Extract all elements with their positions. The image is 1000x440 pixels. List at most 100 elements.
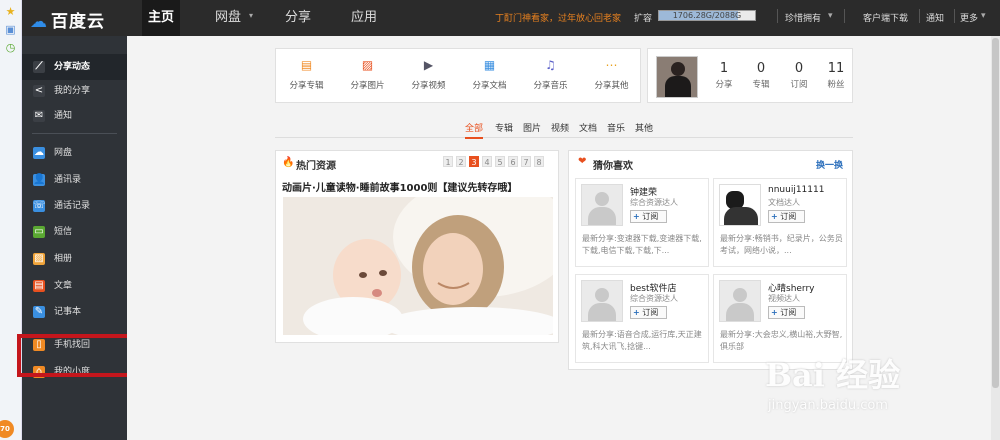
sidebar-item-contacts[interactable]: 👤 通讯录 (22, 167, 127, 193)
sidebar-item-mail[interactable]: ✉ 通知 (22, 103, 127, 129)
tab-home[interactable]: 主页 (142, 0, 181, 36)
username-menu[interactable]: 珍惜拥有 (785, 11, 821, 24)
clock-icon[interactable]: ◷ (5, 42, 17, 54)
sidebar-item-cloud[interactable]: ☁ 网盘 (22, 140, 127, 166)
page-button[interactable]: 8 (534, 156, 544, 167)
chevron-down-icon: ▾ (981, 11, 986, 21)
sidebar-item-label: 通知 (54, 111, 73, 121)
sidebar-item-sms[interactable]: ▭ 短信 (22, 219, 127, 245)
user-role: 文档达人 (768, 198, 800, 207)
avatar[interactable] (719, 184, 761, 226)
sidebar: ⟋ 分享动态 < 我的分享 ✉ 通知 ☁ 网盘 👤 通讯录 ☏ 通话记录 ▭ 短信 ▨ 相册 ▤ 文章 ✎ 记事本 ▯ 手… (22, 36, 127, 440)
profile-panel: 1 分享 0 专辑 0 订阅 11 粉丝 (647, 48, 853, 103)
user-card[interactable]: nnuuij11111 文档达人 + 订阅 最新分享:畅销书，纪录片，公务员考试… (713, 178, 847, 267)
user-name[interactable]: nnuuij11111 (768, 185, 824, 195)
video-icon: ▶ (423, 58, 434, 72)
avatar[interactable] (719, 280, 761, 322)
page-button[interactable]: 6 (508, 156, 518, 167)
filter-tab-video[interactable]: 视频 (551, 121, 569, 134)
stat-subscriptions[interactable]: 0 订阅 (781, 61, 817, 90)
star-icon[interactable]: ★ (5, 6, 17, 18)
logo-text: 百度云 (51, 12, 105, 32)
share-image-button[interactable]: ▨ 分享图片 (337, 49, 398, 104)
sidebar-item-label: 记事本 (54, 307, 82, 317)
divider (777, 9, 778, 23)
page-button[interactable]: 7 (521, 156, 531, 167)
latest-share-text: 最新分享:变速器下载,变速器下载,下载,电信下载,下载,下... (582, 234, 702, 255)
tab-apps[interactable]: 应用 (345, 0, 383, 36)
more-link[interactable]: 更多 (960, 11, 978, 24)
stat-fans[interactable]: 11 粉丝 (818, 61, 854, 90)
more-dots-icon: ⋯ (605, 58, 618, 72)
user-role: 综合资源达人 (630, 198, 678, 207)
latest-share-text: 最新分享:语音合成,运行库,天正建筑,科大讯飞,捻键... (582, 330, 702, 351)
watermark: Bai 经验 jingyan.baidu.com (760, 330, 990, 440)
sidebar-item-notepad[interactable]: ✎ 记事本 (22, 299, 127, 325)
hot-resources-panel: 🔥 热门资源 12345678 动画片·儿童读物·睡前故事1000则【建议先转存… (275, 150, 559, 343)
avatar[interactable] (581, 184, 623, 226)
album-icon: ▤ (300, 58, 313, 72)
heart-icon: ❤ (578, 156, 587, 167)
sidebar-item-activity[interactable]: ⟋ 分享动态 (22, 54, 127, 80)
share-doc-button[interactable]: ▦ 分享文档 (459, 49, 520, 104)
divider (954, 9, 955, 23)
share-video-button[interactable]: ▶ 分享视频 (398, 49, 459, 104)
page-button[interactable]: 2 (456, 156, 466, 167)
logo[interactable]: ☁ 百度云 (30, 7, 105, 32)
announcement-link[interactable]: 丁酊门神看家，过年放心回老家 (495, 11, 621, 24)
scrollbar[interactable] (991, 36, 1000, 440)
user-card[interactable]: 钟建荣 综合资源达人 + 订阅 最新分享:变速器下载,变速器下载,下载,电信下载… (575, 178, 709, 267)
share-other-button[interactable]: ⋯ 分享其他 (581, 49, 642, 104)
expand-quota-link[interactable]: 扩容 (634, 11, 652, 24)
share-icon: < (33, 85, 45, 97)
tab-netdisk[interactable]: 网盘 (209, 0, 247, 36)
share-album-button[interactable]: ▤ 分享专辑 (276, 49, 337, 104)
page-button[interactable]: 4 (482, 156, 492, 167)
share-panel: ▤ 分享专辑 ▨ 分享图片 ▶ 分享视频 ▦ 分享文档 ♫ 分享音乐 ⋯ 分享其他 (275, 48, 641, 103)
article-icon: ▤ (33, 280, 45, 292)
sidebar-item-album[interactable]: ▨ 相册 (22, 246, 127, 272)
filter-tab-doc[interactable]: 文档 (579, 121, 597, 134)
sidebar-item-call-log[interactable]: ☏ 通话记录 (22, 193, 127, 219)
mail-icon: ✉ (33, 110, 45, 122)
client-download-link[interactable]: 客户端下载 (863, 11, 908, 24)
avatar[interactable] (656, 56, 698, 98)
recommend-title: 猜你喜欢 (593, 161, 633, 172)
avatar[interactable] (581, 280, 623, 322)
bookmark-icon[interactable]: ▣ (5, 24, 17, 36)
filter-tab-album[interactable]: 专辑 (495, 121, 513, 134)
stat-albums[interactable]: 0 专辑 (743, 61, 779, 90)
page-button[interactable]: 5 (495, 156, 505, 167)
share-music-button[interactable]: ♫ 分享音乐 (520, 49, 581, 104)
hot-title: 热门资源 (296, 161, 336, 172)
cloud-icon: ☁ (33, 147, 45, 159)
subscribe-button[interactable]: + 订阅 (768, 210, 805, 223)
sidebar-item-article[interactable]: ▤ 文章 (22, 273, 127, 299)
page-button[interactable]: 1 (443, 156, 453, 167)
sidebar-divider (32, 133, 117, 134)
sidebar-item-label: 分享动态 (54, 62, 91, 72)
sidebar-item-label: 通话记录 (54, 201, 91, 211)
activity-icon: ⟋ (33, 61, 45, 73)
stat-shares[interactable]: 1 分享 (706, 61, 742, 90)
refresh-link[interactable]: 换一换 (816, 158, 843, 171)
hot-headline-link[interactable]: 动画片·儿童读物·睡前故事1000则【建议先转存哦】 (282, 179, 517, 194)
filter-tab-other[interactable]: 其他 (635, 121, 653, 134)
subscribe-button[interactable]: + 订阅 (768, 306, 805, 319)
sidebar-item-share[interactable]: < 我的分享 (22, 78, 127, 104)
filter-tab-music[interactable]: 音乐 (607, 121, 625, 134)
filter-tab-image[interactable]: 图片 (523, 121, 541, 134)
notify-link[interactable]: 通知 (926, 11, 944, 24)
subscribe-button[interactable]: + 订阅 (630, 306, 667, 319)
scrollbar-thumb[interactable] (992, 38, 999, 388)
user-role: 综合资源达人 (630, 294, 678, 303)
tab-share[interactable]: 分享 (279, 0, 317, 36)
hot-resource-image[interactable] (283, 197, 553, 335)
user-card[interactable]: best软件店 综合资源达人 + 订阅 最新分享:语音合成,运行库,天正建筑,科… (575, 274, 709, 363)
filter-tab-all[interactable]: 全部 (465, 121, 484, 139)
sidebar-item-label: 通讯录 (54, 175, 82, 185)
album-icon: ▨ (33, 253, 45, 265)
subscribe-button[interactable]: + 订阅 (630, 210, 667, 223)
page-button[interactable]: 3 (469, 156, 479, 167)
user-role: 视频达人 (768, 294, 800, 303)
